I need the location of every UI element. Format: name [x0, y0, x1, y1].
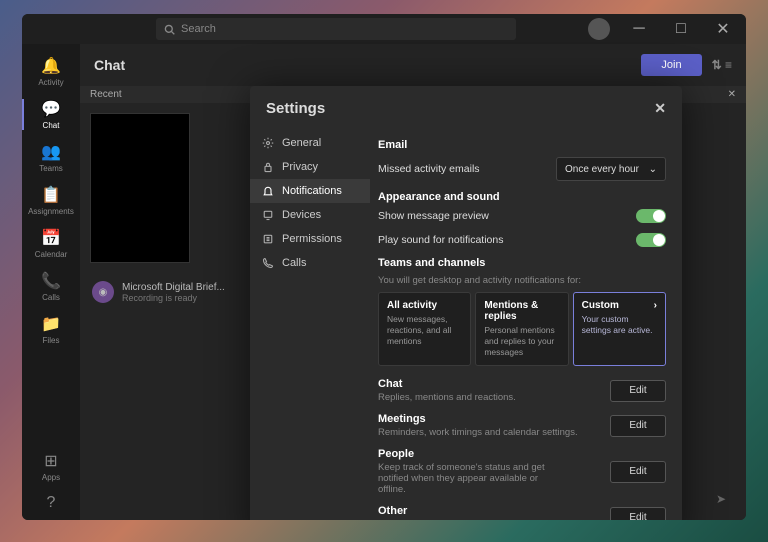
settings-modal: Settings ✕ General Privacy Notifications… [250, 86, 682, 520]
people-heading: People [378, 448, 568, 460]
search-icon [164, 24, 175, 35]
nav-devices[interactable]: Devices [250, 203, 370, 227]
edit-meetings-button[interactable]: Edit [610, 415, 666, 437]
other-heading: Other [378, 505, 587, 517]
filter-icon[interactable]: ⇅ ≡ [712, 58, 732, 72]
nav-calls[interactable]: Calls [250, 251, 370, 275]
titlebar: Search ─ □ ✕ [22, 14, 746, 44]
chat-panel: Chat Join ⇅ ≡ Recent ✕ ◉ Microsoft Digit… [80, 44, 746, 520]
settings-title: Settings [266, 100, 325, 117]
show-preview-toggle[interactable] [636, 209, 666, 223]
meeting-avatar-icon: ◉ [92, 281, 114, 303]
meetings-desc: Reminders, work timings and calendar set… [378, 427, 578, 438]
chat-heading: Chat [378, 378, 516, 390]
other-desc: Recommendations, tips, and prompts from … [378, 519, 587, 520]
people-desc: Keep track of someone's status and get n… [378, 462, 568, 495]
bell-icon [262, 185, 274, 197]
nav-notifications[interactable]: Notifications [250, 179, 370, 203]
gear-icon [262, 137, 274, 149]
rail-apps[interactable]: ⊞Apps [22, 445, 80, 488]
appearance-heading: Appearance and sound [378, 191, 666, 203]
nav-privacy[interactable]: Privacy [250, 155, 370, 179]
card-custom[interactable]: Custom› Your custom settings are active. [573, 292, 666, 366]
nav-general[interactable]: General [250, 131, 370, 155]
edit-other-button[interactable]: Edit [610, 507, 666, 520]
rail-calls[interactable]: 📞Calls [22, 265, 80, 308]
meeting-title: Microsoft Digital Brief... [122, 282, 225, 293]
close-recent-icon[interactable]: ✕ [728, 89, 736, 100]
app-rail: 🔔Activity 💬Chat 👥Teams 📋Assignments 📅Cal… [22, 44, 80, 520]
teams-heading: Teams and channels [378, 257, 666, 269]
play-sound-toggle[interactable] [636, 233, 666, 247]
panel-title: Chat [94, 57, 125, 73]
avatar[interactable] [588, 18, 610, 40]
maximize-button[interactable]: □ [662, 15, 700, 43]
video-preview[interactable] [90, 113, 190, 263]
close-button[interactable]: ✕ [704, 15, 742, 43]
search-input[interactable]: Search [156, 18, 516, 40]
search-placeholder: Search [181, 23, 216, 35]
chevron-down-icon: ⌄ [649, 164, 657, 175]
lock-icon [262, 161, 274, 173]
modal-close-icon[interactable]: ✕ [654, 100, 666, 117]
play-sound-label: Play sound for notifications [378, 234, 504, 246]
settings-content: Email Missed activity emails Once every … [370, 127, 682, 520]
join-button[interactable]: Join [641, 54, 701, 76]
card-mentions-replies[interactable]: Mentions & replies Personal mentions and… [475, 292, 568, 366]
chat-desc: Replies, mentions and reactions. [378, 392, 516, 403]
minimize-button[interactable]: ─ [620, 15, 658, 43]
meetings-heading: Meetings [378, 413, 578, 425]
show-preview-label: Show message preview [378, 210, 489, 222]
edit-people-button[interactable]: Edit [610, 461, 666, 483]
email-frequency-dropdown[interactable]: Once every hour ⌄ [556, 157, 666, 181]
rail-calendar[interactable]: 📅Calendar [22, 222, 80, 265]
rail-chat[interactable]: 💬Chat [22, 93, 80, 136]
permissions-icon [262, 233, 274, 245]
rail-teams[interactable]: 👥Teams [22, 136, 80, 179]
rail-files[interactable]: 📁Files [22, 308, 80, 351]
email-heading: Email [378, 139, 666, 151]
nav-permissions[interactable]: Permissions [250, 227, 370, 251]
missed-emails-label: Missed activity emails [378, 163, 480, 175]
rail-help[interactable]: ? [22, 488, 80, 520]
edit-chat-button[interactable]: Edit [610, 380, 666, 402]
settings-nav: General Privacy Notifications Devices Pe… [250, 127, 370, 520]
chevron-right-icon: › [654, 300, 657, 311]
meeting-subtitle: Recording is ready [122, 293, 225, 303]
rail-assignments[interactable]: 📋Assignments [22, 179, 80, 222]
app-window: Search ─ □ ✕ 🔔Activity 💬Chat 👥Teams 📋Ass… [22, 14, 746, 520]
card-all-activity[interactable]: All activity New messages, reactions, an… [378, 292, 471, 366]
rail-activity[interactable]: 🔔Activity [22, 50, 80, 93]
teams-sub: You will get desktop and activity notifi… [378, 275, 666, 286]
phone-icon [262, 257, 274, 269]
send-icon[interactable]: ➤ [716, 492, 726, 506]
device-icon [262, 209, 274, 221]
